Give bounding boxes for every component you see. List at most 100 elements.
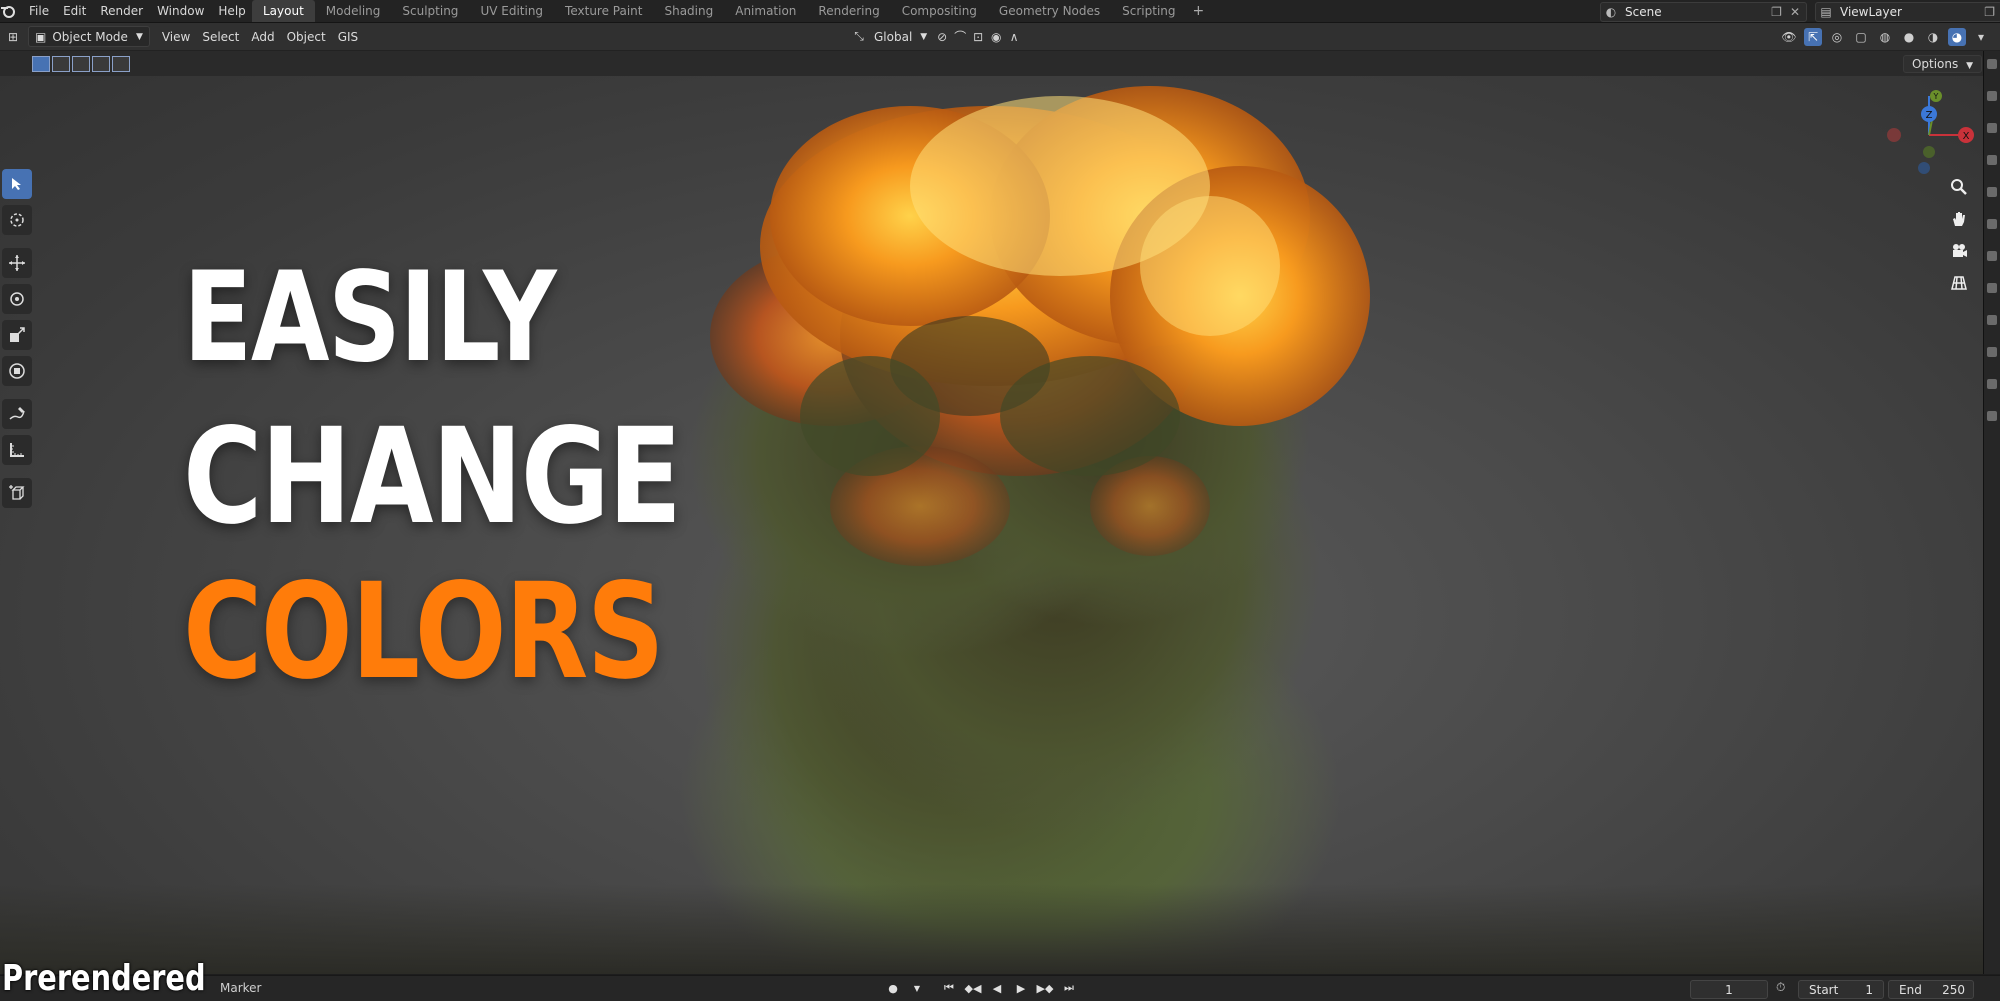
shading-options-icon[interactable]: ▾ — [1972, 28, 1990, 46]
select-intersect-icon[interactable] — [112, 56, 130, 72]
annotate-tool[interactable] — [2, 399, 32, 429]
tab-rendering[interactable]: Rendering — [807, 0, 890, 22]
blender-logo-icon[interactable] — [0, 3, 16, 19]
material-shading-icon[interactable]: ◑ — [1924, 28, 1942, 46]
item-tab-icon[interactable] — [1987, 123, 1997, 133]
overlay-icon[interactable]: ◎ — [1828, 28, 1846, 46]
play-reverse-icon[interactable]: ◀ — [988, 980, 1006, 996]
tab-geometry-nodes[interactable]: Geometry Nodes — [988, 0, 1111, 22]
data-tab-icon[interactable] — [1987, 379, 1997, 389]
modifier-tab-icon[interactable] — [1987, 251, 1997, 261]
tab-scripting[interactable]: Scripting — [1111, 0, 1186, 22]
wireframe-shading-icon[interactable]: ◍ — [1876, 28, 1894, 46]
view-tab-icon[interactable] — [1987, 91, 1997, 101]
mode-dropdown[interactable]: ▣ Object Mode ▼ — [28, 26, 150, 47]
select-extend-icon[interactable] — [52, 56, 70, 72]
material-tab-icon[interactable] — [1987, 411, 1997, 421]
header-menu-add[interactable]: Add — [245, 27, 280, 47]
tab-uv-editing[interactable]: UV Editing — [469, 0, 554, 22]
pivot-icon[interactable]: ⊘ — [933, 28, 951, 46]
falloff-icon[interactable]: ∧ — [1005, 28, 1023, 46]
select-box-tool[interactable] — [2, 169, 32, 199]
measure-tool[interactable] — [2, 435, 32, 465]
constraints-tab-icon[interactable] — [1987, 347, 1997, 357]
orientation-label: Global — [874, 29, 913, 44]
options-button[interactable]: Options ▼ — [1902, 55, 1982, 73]
end-frame-field[interactable]: End 250 — [1888, 980, 1974, 999]
tab-texture-paint[interactable]: Texture Paint — [554, 0, 653, 22]
stopwatch-icon[interactable]: ⏱ — [1776, 980, 1785, 995]
menu-help[interactable]: Help — [211, 0, 252, 22]
view-layer-selector[interactable]: ▤ ViewLayer ❐ — [1815, 2, 2000, 22]
proportional-edit-icon[interactable]: ◉ — [987, 28, 1005, 46]
close-icon[interactable]: ✕ — [1790, 5, 1800, 19]
viewport-header: ⊞ ▣ Object Mode ▼ View Select Add Object… — [0, 23, 2000, 51]
world-tab-icon[interactable] — [1987, 187, 1997, 197]
snap-icon[interactable]: ⌒ — [951, 28, 969, 46]
editor-type-icon[interactable]: ⊞ — [4, 28, 22, 46]
tab-sculpting[interactable]: Sculpting — [391, 0, 469, 22]
xray-icon[interactable]: ▢ — [1852, 28, 1870, 46]
tab-shading[interactable]: Shading — [653, 0, 724, 22]
record-icon[interactable]: ● — [884, 980, 902, 996]
tab-animation[interactable]: Animation — [724, 0, 807, 22]
tab-compositing[interactable]: Compositing — [891, 0, 988, 22]
select-new-icon[interactable] — [32, 56, 50, 72]
main-menu: File Edit Render Window Help — [0, 0, 253, 22]
gizmo-neg-y-icon[interactable] — [1923, 146, 1935, 158]
tab-modeling[interactable]: Modeling — [315, 0, 392, 22]
header-menu-object[interactable]: Object — [281, 27, 332, 47]
menu-window[interactable]: Window — [150, 0, 211, 22]
header-menu-select[interactable]: Select — [196, 27, 245, 47]
gizmo-toggle-icon[interactable]: ⇱ — [1804, 27, 1822, 46]
explosion-render — [680, 86, 1370, 974]
snap-target-icon[interactable]: ⊡ — [969, 28, 987, 46]
scene-tab-icon[interactable] — [1987, 155, 1997, 165]
add-cube-tool[interactable] — [2, 478, 32, 508]
menu-file[interactable]: File — [22, 0, 56, 22]
tool-tab-icon[interactable] — [1987, 59, 1997, 69]
cursor-tool[interactable] — [2, 205, 32, 235]
zoom-button[interactable] — [1948, 176, 1970, 198]
jump-keyframe-back-icon[interactable]: ◆◀ — [964, 980, 982, 996]
select-invert-icon[interactable] — [92, 56, 110, 72]
object-tab-icon[interactable] — [1987, 219, 1997, 229]
jump-start-icon[interactable]: ⏮ — [940, 980, 958, 996]
move-tool[interactable] — [2, 248, 32, 278]
scene-selector[interactable]: ◐ Scene ❐ ✕ — [1600, 2, 1807, 22]
tab-layout[interactable]: Layout — [252, 0, 315, 22]
select-subtract-icon[interactable] — [72, 56, 90, 72]
menu-render[interactable]: Render — [93, 0, 150, 22]
gizmo-neg-z-icon[interactable] — [1918, 162, 1930, 174]
orientation-dropdown[interactable]: Global ▼ — [868, 27, 933, 47]
header-menu-view[interactable]: View — [156, 27, 196, 47]
cursor-arrow-icon — [12, 178, 21, 190]
rendered-shading-icon[interactable]: ◕ — [1948, 27, 1966, 46]
perspective-toggle-button[interactable] — [1948, 272, 1970, 294]
transform-tool[interactable] — [2, 356, 32, 386]
gizmo-neg-x-icon[interactable] — [1887, 128, 1901, 142]
play-icon[interactable]: ▶ — [1012, 980, 1030, 996]
add-workspace-button[interactable]: + — [1187, 3, 1211, 19]
solid-shading-icon[interactable]: ● — [1900, 28, 1918, 46]
header-menu-gis[interactable]: GIS — [332, 27, 364, 47]
visibility-icon[interactable]: 👁 — [1780, 28, 1798, 46]
marker-menu[interactable]: Marker — [220, 981, 261, 995]
copy-layer-icon[interactable]: ❐ — [1984, 5, 2000, 19]
rotate-tool[interactable] — [2, 284, 32, 314]
camera-view-button[interactable] — [1948, 240, 1970, 262]
current-frame-field[interactable]: 1 — [1690, 980, 1768, 999]
jump-keyframe-forward-icon[interactable]: ▶◆ — [1036, 980, 1054, 996]
pan-button[interactable] — [1948, 208, 1970, 230]
3d-viewport[interactable]: EASILY CHANGE COLORS X Z Y — [0, 76, 1984, 974]
start-frame-field[interactable]: Start 1 — [1798, 980, 1884, 999]
copy-icon[interactable]: ❐ — [1771, 5, 1782, 19]
end-label: End — [1899, 982, 1922, 997]
particles-tab-icon[interactable] — [1987, 283, 1997, 293]
jump-end-icon[interactable]: ⏭ — [1060, 980, 1078, 996]
menu-edit[interactable]: Edit — [56, 0, 93, 22]
chevron-down-icon[interactable]: ▼ — [908, 980, 926, 996]
navigation-gizmo[interactable]: X Z Y — [1884, 90, 1974, 180]
physics-tab-icon[interactable] — [1987, 315, 1997, 325]
scale-tool[interactable] — [2, 320, 32, 350]
